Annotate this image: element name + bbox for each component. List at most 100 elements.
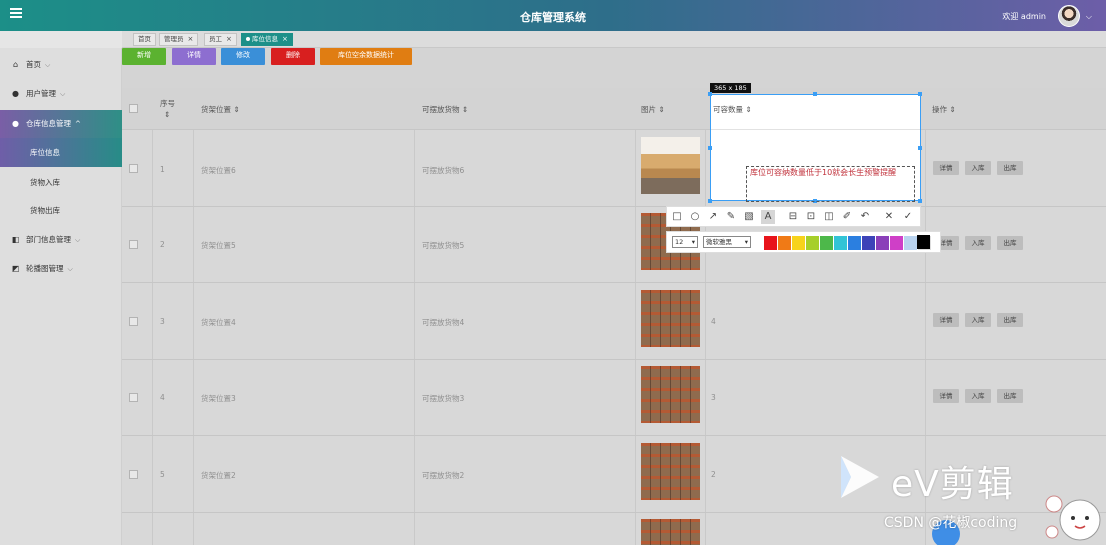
resize-handle[interactable] <box>918 92 922 96</box>
resize-handle[interactable] <box>708 199 712 203</box>
table-header: 序号 ⇕ 货架位置 ⇕ 可摆放货物 ⇕ 图片 ⇕ 操作 ⇕ <box>122 88 1106 130</box>
row-checkbox[interactable] <box>129 164 138 173</box>
ellipse-tool-icon[interactable]: ○ <box>688 210 702 224</box>
stock-out-button[interactable]: 出库 <box>997 389 1023 403</box>
resize-handle[interactable] <box>813 92 817 96</box>
undo-icon[interactable]: ↶ <box>858 210 872 224</box>
detail-button[interactable]: 详情 <box>933 161 959 175</box>
stock-in-button[interactable]: 入库 <box>965 161 991 175</box>
row-checkbox[interactable] <box>129 470 138 479</box>
color-swatch-cyan[interactable] <box>834 236 847 250</box>
stock-out-button[interactable]: 出库 <box>997 236 1023 250</box>
detail-button[interactable]: 详情 <box>172 48 216 65</box>
color-swatch-magenta[interactable] <box>890 236 903 250</box>
delete-button[interactable]: 删除 <box>271 48 315 65</box>
color-swatch-blue[interactable] <box>848 236 861 250</box>
color-swatch-indigo[interactable] <box>862 236 875 250</box>
stock-in-button[interactable]: 入库 <box>965 313 991 327</box>
edit-icon[interactable]: ✐ <box>840 210 854 224</box>
color-swatch-lime[interactable] <box>806 236 819 250</box>
detail-button[interactable]: 详情 <box>933 313 959 327</box>
sort-icon: ⇕ <box>658 105 665 114</box>
color-swatch-black[interactable] <box>917 235 930 249</box>
text-tool-icon[interactable]: A <box>761 210 775 224</box>
close-icon[interactable]: × <box>226 35 232 43</box>
annotation-text[interactable]: 库位可容纳数量低于10就会长生预警提醒 <box>750 167 912 179</box>
stock-out-button[interactable]: 出库 <box>997 161 1023 175</box>
row-checkbox[interactable] <box>129 240 138 249</box>
save-icon[interactable]: ◫ <box>822 210 836 224</box>
tab-employee[interactable]: 员工 × <box>204 33 237 46</box>
stats-button[interactable]: 库位空余数据统计 <box>320 48 412 65</box>
row-checkbox[interactable] <box>129 317 138 326</box>
header-capacity[interactable]: 可容数量 ⇕ <box>713 104 752 115</box>
sidebar-item-home[interactable]: ⌂ 首页 ⌵ <box>0 51 122 79</box>
table-row[interactable]: 3 货架位置4 可摆放货物4 4 详情 入库 出库 <box>122 283 1106 360</box>
table-row[interactable]: 2 货架位置5 可摆放货物5 详情 入库 出库 <box>122 207 1106 283</box>
header-location[interactable]: 货架位置 ⇕ <box>201 104 240 115</box>
avatar[interactable] <box>1058 5 1080 27</box>
close-icon[interactable]: × <box>282 35 288 43</box>
chevron-down-icon[interactable]: ⌵ <box>1086 12 1092 22</box>
header-goods[interactable]: 可摆放货物 ⇕ <box>422 104 468 115</box>
header-index[interactable]: 序号 <box>160 98 175 109</box>
cell-goods: 可摆放货物2 <box>422 471 465 480</box>
header-actions[interactable]: 操作 ⇕ <box>932 104 956 115</box>
row-checkbox[interactable] <box>129 393 138 402</box>
ocr-icon[interactable]: ⊡ <box>804 210 818 224</box>
sidebar-subitem-goods-out[interactable]: 货物出库 <box>0 196 122 225</box>
chevron-down-icon: ⌵ <box>45 61 51 69</box>
tabs-bar: 首页 管理员 × 员工 × 库位信息 × <box>122 31 1106 48</box>
panel-icon: ◧ <box>11 235 20 244</box>
long-capture-icon[interactable]: ⊟ <box>786 210 800 224</box>
table-row[interactable]: 1 货架位置6 可摆放货物6 6 详情 入库 出库 <box>122 130 1106 207</box>
text-annotation[interactable]: 库位可容纳数量低于10就会长生预警提醒 <box>746 166 915 202</box>
rectangle-tool-icon[interactable]: □ <box>670 210 684 224</box>
sort-icon[interactable]: ⇕ <box>164 110 170 119</box>
color-swatch-purple[interactable] <box>876 236 889 250</box>
tab-admin[interactable]: 管理员 × <box>159 33 199 46</box>
add-button[interactable]: 新增 <box>122 48 166 65</box>
sidebar-item-departments[interactable]: ◧ 部门信息管理 ⌵ <box>0 226 122 254</box>
stock-in-button[interactable]: 入库 <box>965 236 991 250</box>
play-logo-icon <box>841 456 879 498</box>
arrow-tool-icon[interactable]: ↗ <box>706 210 720 224</box>
sidebar-item-warehouse[interactable]: ● 仓库信息管理 ^ <box>0 110 122 138</box>
table-row[interactable]: 4 货架位置3 可摆放货物3 3 详情 入库 出库 <box>122 360 1106 436</box>
cancel-icon[interactable]: ✕ <box>882 210 896 224</box>
confirm-icon[interactable]: ✓ <box>901 210 915 224</box>
stock-in-button[interactable]: 入库 <box>965 389 991 403</box>
header-image[interactable]: 图片 ⇕ <box>641 104 665 115</box>
pen-tool-icon[interactable]: ✎ <box>724 210 738 224</box>
color-swatch-yellow[interactable] <box>792 236 805 250</box>
font-family-select[interactable]: 微软雅黑 ▾ <box>703 236 751 248</box>
mosaic-tool-icon[interactable]: ▧ <box>742 210 756 224</box>
font-size-select[interactable]: 12 ▾ <box>672 236 698 248</box>
stock-out-button[interactable]: 出库 <box>997 313 1023 327</box>
color-swatch-orange[interactable] <box>778 236 791 250</box>
resize-handle[interactable] <box>918 146 922 150</box>
sidebar: ⌂ 首页 ⌵ ● 用户管理 ⌵ ● 仓库信息管理 ^ 库位信息 货物入库 货物出库 ◧ 部门信… <box>0 48 122 545</box>
edit-button[interactable]: 修改 <box>221 48 265 65</box>
tab-home[interactable]: 首页 <box>133 33 156 46</box>
color-swatch-green[interactable] <box>820 236 833 250</box>
home-icon: ⌂ <box>12 60 19 69</box>
sidebar-item-users[interactable]: ● 用户管理 ⌵ <box>0 80 122 108</box>
resize-handle[interactable] <box>708 92 712 96</box>
sidebar-subitem-goods-in[interactable]: 货物入库 <box>0 168 122 197</box>
cell-location: 货架位置6 <box>201 166 236 175</box>
resize-handle[interactable] <box>918 199 922 203</box>
cell-goods: 可摆放货物4 <box>422 318 465 327</box>
color-swatch-light-blue[interactable] <box>904 236 917 250</box>
close-icon[interactable]: × <box>188 35 194 43</box>
detail-button[interactable]: 详情 <box>933 389 959 403</box>
color-swatch-red[interactable] <box>764 236 777 250</box>
sidebar-subitem-location[interactable]: 库位信息 <box>0 138 122 167</box>
tab-location-info[interactable]: 库位信息 × <box>241 33 293 46</box>
chevron-down-icon: ⌵ <box>67 265 73 273</box>
sidebar-item-carousel[interactable]: ◩ 轮播图管理 ⌵ <box>0 255 122 283</box>
select-all-checkbox[interactable] <box>129 104 138 113</box>
csdn-watermark: CSDN @花椒coding <box>884 515 1018 531</box>
cell-goods: 可摆放货物5 <box>422 241 465 250</box>
resize-handle[interactable] <box>708 146 712 150</box>
